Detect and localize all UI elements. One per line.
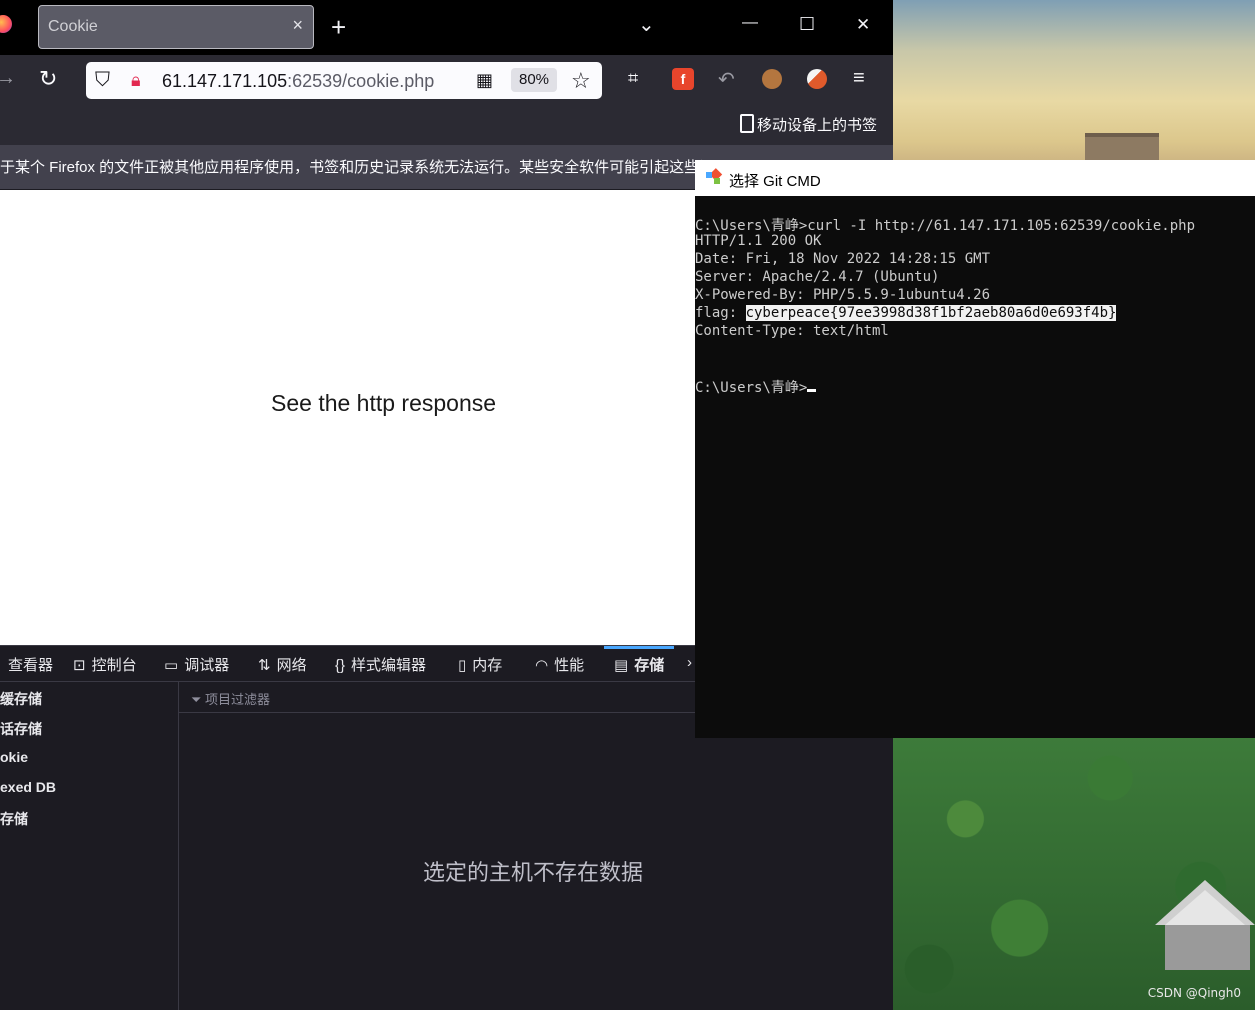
tab-performance[interactable]: ◠ 性能 [535, 654, 584, 675]
style-editor-icon: {} [335, 657, 346, 674]
mobile-bookmarks[interactable]: 移动设备上的书签 [740, 114, 877, 135]
filter-icon: ⏷ [191, 692, 206, 707]
sidebar-item-local[interactable]: 存储 [0, 809, 28, 829]
flag-label: flag: [695, 305, 746, 321]
undo-icon[interactable]: ↶ [718, 67, 735, 92]
url-path: :62539/cookie.php [287, 71, 435, 91]
tab-style-editor[interactable]: {} 样式编辑器 [335, 654, 426, 675]
firefox-icon [0, 15, 12, 33]
reload-icon[interactable]: ↻ [39, 66, 57, 92]
tab-bar: Cookie × + ⌄ — ☐ ✕ [0, 0, 893, 55]
debugger-icon: ▭ [164, 657, 179, 674]
terminal-window: 选择 Git CMD C:\Users\青峥>curl -I http://61… [695, 160, 1255, 738]
memory-icon: ▯ [458, 657, 467, 674]
sidebar-item-indexeddb[interactable]: exed DB [0, 779, 56, 795]
tab-memory-label: 内存 [472, 657, 503, 674]
terminal-line: Content-Type: text/html [695, 323, 889, 339]
tab-network[interactable]: ⇅ 网络 [258, 654, 307, 675]
tab-list-icon[interactable]: ⌄ [638, 12, 655, 37]
terminal-line: C:\Users\青峥>curl -I http://61.147.171.10… [695, 218, 1196, 234]
crop-icon[interactable]: ⌗ [628, 68, 638, 89]
storage-sidebar: 缓存储 话存储 okie exed DB 存储 [0, 682, 179, 1010]
menu-icon[interactable]: ≡ [853, 67, 865, 90]
git-icon [706, 168, 723, 184]
performance-icon: ◠ [535, 657, 549, 674]
close-window-button[interactable]: ✕ [856, 15, 870, 35]
bookmark-star-icon[interactable]: ☆ [571, 68, 591, 94]
filter-placeholder: 项目过滤器 [205, 692, 271, 707]
forward-icon[interactable]: → [0, 67, 16, 90]
cookie-icon[interactable] [762, 69, 782, 89]
tab-performance-label: 性能 [554, 657, 585, 674]
tab-storage[interactable]: ▤ 存储 [604, 646, 675, 678]
sidebar-item-session[interactable]: 话存储 [0, 719, 42, 739]
terminal-cursor [807, 389, 817, 392]
shield-icon[interactable]: ⛉ [95, 69, 110, 92]
new-tab-button[interactable]: + [331, 12, 346, 43]
pagoda-roof [1155, 880, 1255, 970]
tab-storage-label: 存储 [634, 657, 665, 674]
insecure-lock-icon[interactable]: 🔒︎ [131, 70, 141, 91]
terminal-line: Date: Fri, 18 Nov 2022 14:28:15 GMT [695, 251, 991, 267]
minimize-button[interactable]: — [742, 14, 758, 32]
page-message: See the http response [271, 390, 497, 416]
tab-title: Cookie [48, 18, 98, 35]
empty-storage-message: 选定的主机不存在数据 [423, 860, 644, 885]
tab-style-editor-label: 样式编辑器 [351, 657, 427, 674]
maximize-button[interactable]: ☐ [799, 14, 815, 35]
tab-debugger[interactable]: ▭ 调试器 [164, 654, 229, 675]
cookie-editor-icon[interactable] [807, 69, 827, 89]
tab-console-label: 控制台 [91, 657, 137, 674]
tab-network-label: 网络 [276, 657, 307, 674]
tab-console[interactable]: ⊡ 控制台 [73, 654, 137, 675]
terminal-flag-line: flag: cyberpeace{97ee3998d38f1bf2aeb80a6… [695, 305, 1117, 321]
mobile-device-icon [740, 114, 754, 133]
url-bar[interactable]: ⛉ 🔒︎ 61.147.171.105:62539/cookie.php ▦ 8… [86, 62, 602, 99]
tab-inspector[interactable]: 查看器 [8, 654, 53, 675]
more-tabs-icon[interactable]: › [687, 654, 692, 671]
terminal-line: Server: Apache/2.4.7 (Ubuntu) [695, 269, 940, 285]
console-icon: ⊡ [73, 657, 86, 674]
watermark: CSDN @Qingh0 [1147, 986, 1241, 1000]
tab-cookie[interactable]: Cookie × [38, 5, 314, 49]
terminal-title: 选择 Git CMD [729, 173, 821, 190]
terminal-prompt-line[interactable]: C:\Users\青峥> [695, 377, 817, 397]
url-host: 61.147.171.105 [162, 71, 288, 91]
tab-debugger-label: 调试器 [184, 657, 230, 674]
network-icon: ⇅ [258, 657, 271, 674]
tab-memory[interactable]: ▯ 内存 [458, 654, 502, 675]
url-text[interactable]: 61.147.171.105:62539/cookie.php [162, 71, 434, 92]
mobile-bookmarks-label: 移动设备上的书签 [757, 117, 878, 134]
sidebar-item-cookie[interactable]: okie [0, 749, 28, 765]
terminal-line: HTTP/1.1 200 OK [695, 233, 822, 249]
flash-icon[interactable]: f [672, 68, 694, 90]
tab-inspector-label: 查看器 [8, 657, 54, 674]
filter-input[interactable]: ⏷ 项目过滤器 [191, 689, 270, 708]
sidebar-item-cache[interactable]: 缓存储 [0, 689, 42, 709]
terminal-line: X-Powered-By: PHP/5.5.9-1ubuntu4.26 [695, 287, 991, 303]
tab-close-icon[interactable]: × [292, 15, 303, 36]
qr-code-icon[interactable]: ▦ [476, 70, 493, 91]
notification-text: 于某个 Firefox 的文件正被其他应用程序使用，书签和历史记录系统无法运行。… [0, 159, 730, 176]
zoom-level[interactable]: 80% [511, 68, 557, 92]
storage-icon: ▤ [614, 657, 629, 674]
terminal-titlebar[interactable]: 选择 Git CMD [695, 160, 1255, 196]
flag-value-selected[interactable]: cyberpeace{97ee3998d38f1bf2aeb80a6d0e693… [745, 305, 1117, 321]
bookmarks-toolbar: 移动设备上的书签 [0, 105, 893, 145]
terminal-prompt: C:\Users\青峥> [695, 380, 808, 396]
